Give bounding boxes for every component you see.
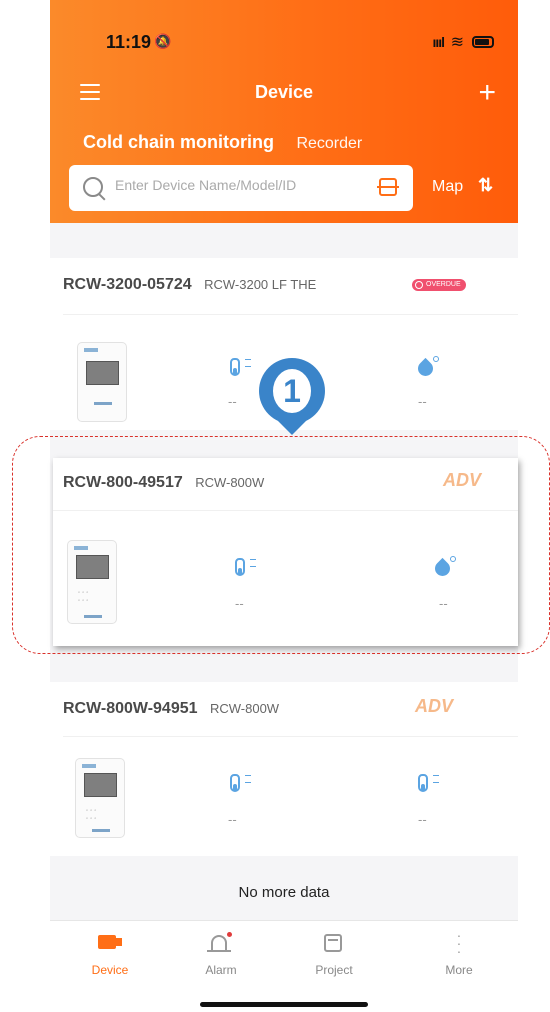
device-id: RCW-3200-05724 (63, 276, 192, 293)
divider (63, 736, 518, 737)
device-camera-icon (70, 929, 150, 955)
step-number: 1 (273, 369, 311, 413)
alarm-icon (181, 929, 261, 955)
page: 11:19 🔕 ıııl ≋ Device + Cold chain monit… (0, 0, 550, 1012)
home-indicator (200, 1002, 368, 1007)
tab-more[interactable]: · · · More (419, 927, 499, 977)
temperature-icon-lines (250, 559, 256, 567)
temperature-icon (230, 774, 240, 792)
temperature-value: -- (228, 812, 237, 827)
device-id: RCW-800W-94951 (63, 700, 198, 717)
adv-badge: ADV (415, 696, 454, 716)
tab-project-label: Project (315, 963, 353, 977)
map-button[interactable]: Map (432, 178, 463, 196)
temperature-icon (418, 774, 428, 792)
search-input[interactable] (115, 177, 355, 193)
scan-icon[interactable] (377, 178, 399, 196)
mode-tabs: Cold chain monitoring Recorder (83, 132, 362, 153)
temperature-icon (235, 558, 245, 576)
humidity-value: -- (418, 394, 427, 409)
temperature-icon-lines (433, 775, 439, 783)
header: 11:19 🔕 ıııl ≋ Device + Cold chain monit… (50, 0, 518, 223)
status-bar: 11:19 🔕 ıııl ≋ (50, 32, 518, 54)
add-device-icon[interactable]: + (478, 76, 496, 110)
device-id: RCW-800-49517 (63, 474, 183, 491)
temperature-value: -- (235, 596, 244, 611)
temperature-icon-lines (245, 359, 251, 367)
signal-icon: ıııl (432, 34, 445, 50)
overdue-badge: OVERDUE (412, 279, 466, 291)
tab-cold-chain[interactable]: Cold chain monitoring (83, 132, 274, 153)
humidity-value: -- (439, 596, 448, 611)
navbar: Device + (50, 76, 518, 110)
card-header: RCW-3200-05724 RCW-3200 LF THE (63, 276, 316, 294)
card-header: RCW-800W-94951 RCW-800W (63, 700, 279, 718)
card-header: RCW-800-49517 RCW-800W (63, 474, 264, 492)
wifi-icon: ≋ (450, 34, 464, 51)
tab-device-label: Device (91, 963, 129, 977)
page-title: Device (254, 82, 314, 102)
search-box (69, 165, 413, 211)
highlighted-device-card[interactable]: RCW-800-49517 RCW-800W ADV ◦◦◦ ◦◦◦ -- -- (53, 458, 518, 646)
humidity-icon-dot (433, 356, 439, 362)
project-folder-icon (294, 929, 374, 955)
step-marker-pin: 1 (259, 358, 325, 446)
more-dots-icon: · · · (456, 927, 462, 959)
sort-icon[interactable]: ⇅ (478, 175, 493, 196)
humidity-icon-dot (450, 556, 456, 562)
tab-alarm-label: Alarm (205, 963, 237, 977)
device-thumbnail: ◦◦◦ ◦◦◦ (75, 758, 125, 838)
bell-muted-icon: 🔕 (154, 33, 172, 49)
temperature-value: -- (228, 394, 237, 409)
device-model: RCW-800W (195, 475, 265, 490)
tab-more-label: More (445, 963, 473, 977)
tab-recorder[interactable]: Recorder (296, 135, 362, 153)
tab-device[interactable]: Device (70, 929, 150, 977)
status-time: 11:19 (106, 32, 152, 52)
temperature-icon-lines (245, 775, 251, 783)
device-model: RCW-800W (209, 701, 280, 716)
bottom-tabbar: Device Alarm Project · · · More (50, 920, 518, 1012)
device-model: RCW-3200 LF THE (204, 277, 317, 292)
tab-alarm[interactable]: Alarm (181, 929, 261, 977)
no-more-data-label: No more data (238, 884, 330, 901)
battery-icon (472, 36, 494, 48)
divider (53, 510, 518, 511)
device-thumbnail: ◦◦◦ ◦◦◦ (67, 540, 117, 624)
device-card[interactable]: RCW-800W-94951 RCW-800W ADV ◦◦◦ ◦◦◦ -- -- (50, 682, 518, 856)
device-thumbnail (77, 342, 127, 422)
temperature-icon (230, 358, 240, 376)
search-icon (83, 177, 103, 197)
divider (63, 314, 518, 315)
humidity-value: -- (418, 812, 427, 827)
adv-badge: ADV (443, 470, 482, 490)
tab-project[interactable]: Project (294, 929, 374, 977)
